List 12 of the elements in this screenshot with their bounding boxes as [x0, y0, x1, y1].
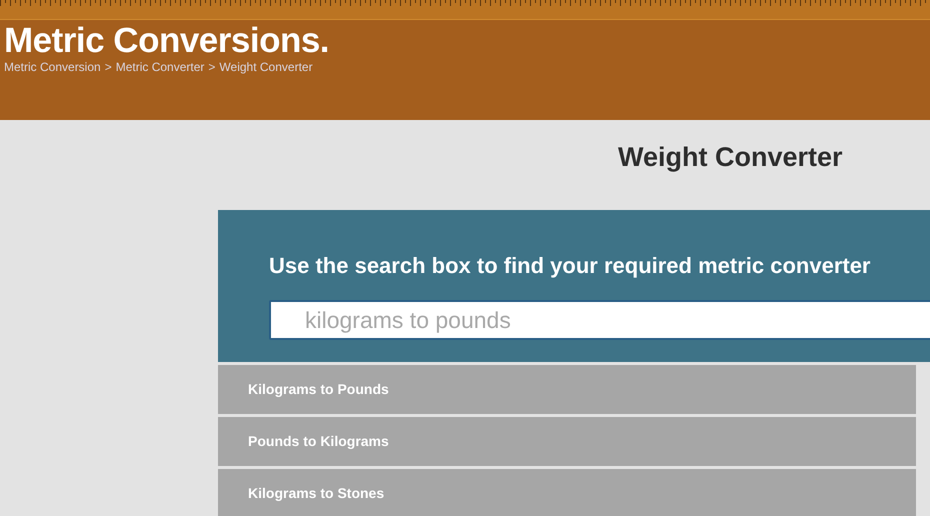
breadcrumb-separator: >: [104, 60, 112, 74]
breadcrumb-link[interactable]: Metric Conversion: [4, 60, 101, 74]
converter-link[interactable]: Kilograms to Pounds: [218, 365, 916, 414]
search-field[interactable]: kilograms to pounds: [269, 300, 930, 340]
breadcrumb-link[interactable]: Metric Converter: [116, 60, 204, 74]
breadcrumb-separator: >: [208, 60, 216, 74]
site-logo[interactable]: Metric Conversions.: [4, 22, 330, 60]
converter-link[interactable]: Pounds to Kilograms: [218, 417, 916, 466]
converter-link[interactable]: Kilograms to Stones: [218, 469, 916, 516]
search-heading: Use the search box to find your required metric converter: [269, 252, 872, 280]
page-title: Weight Converter: [618, 141, 843, 174]
breadcrumb-link[interactable]: Weight Converter: [219, 60, 313, 74]
